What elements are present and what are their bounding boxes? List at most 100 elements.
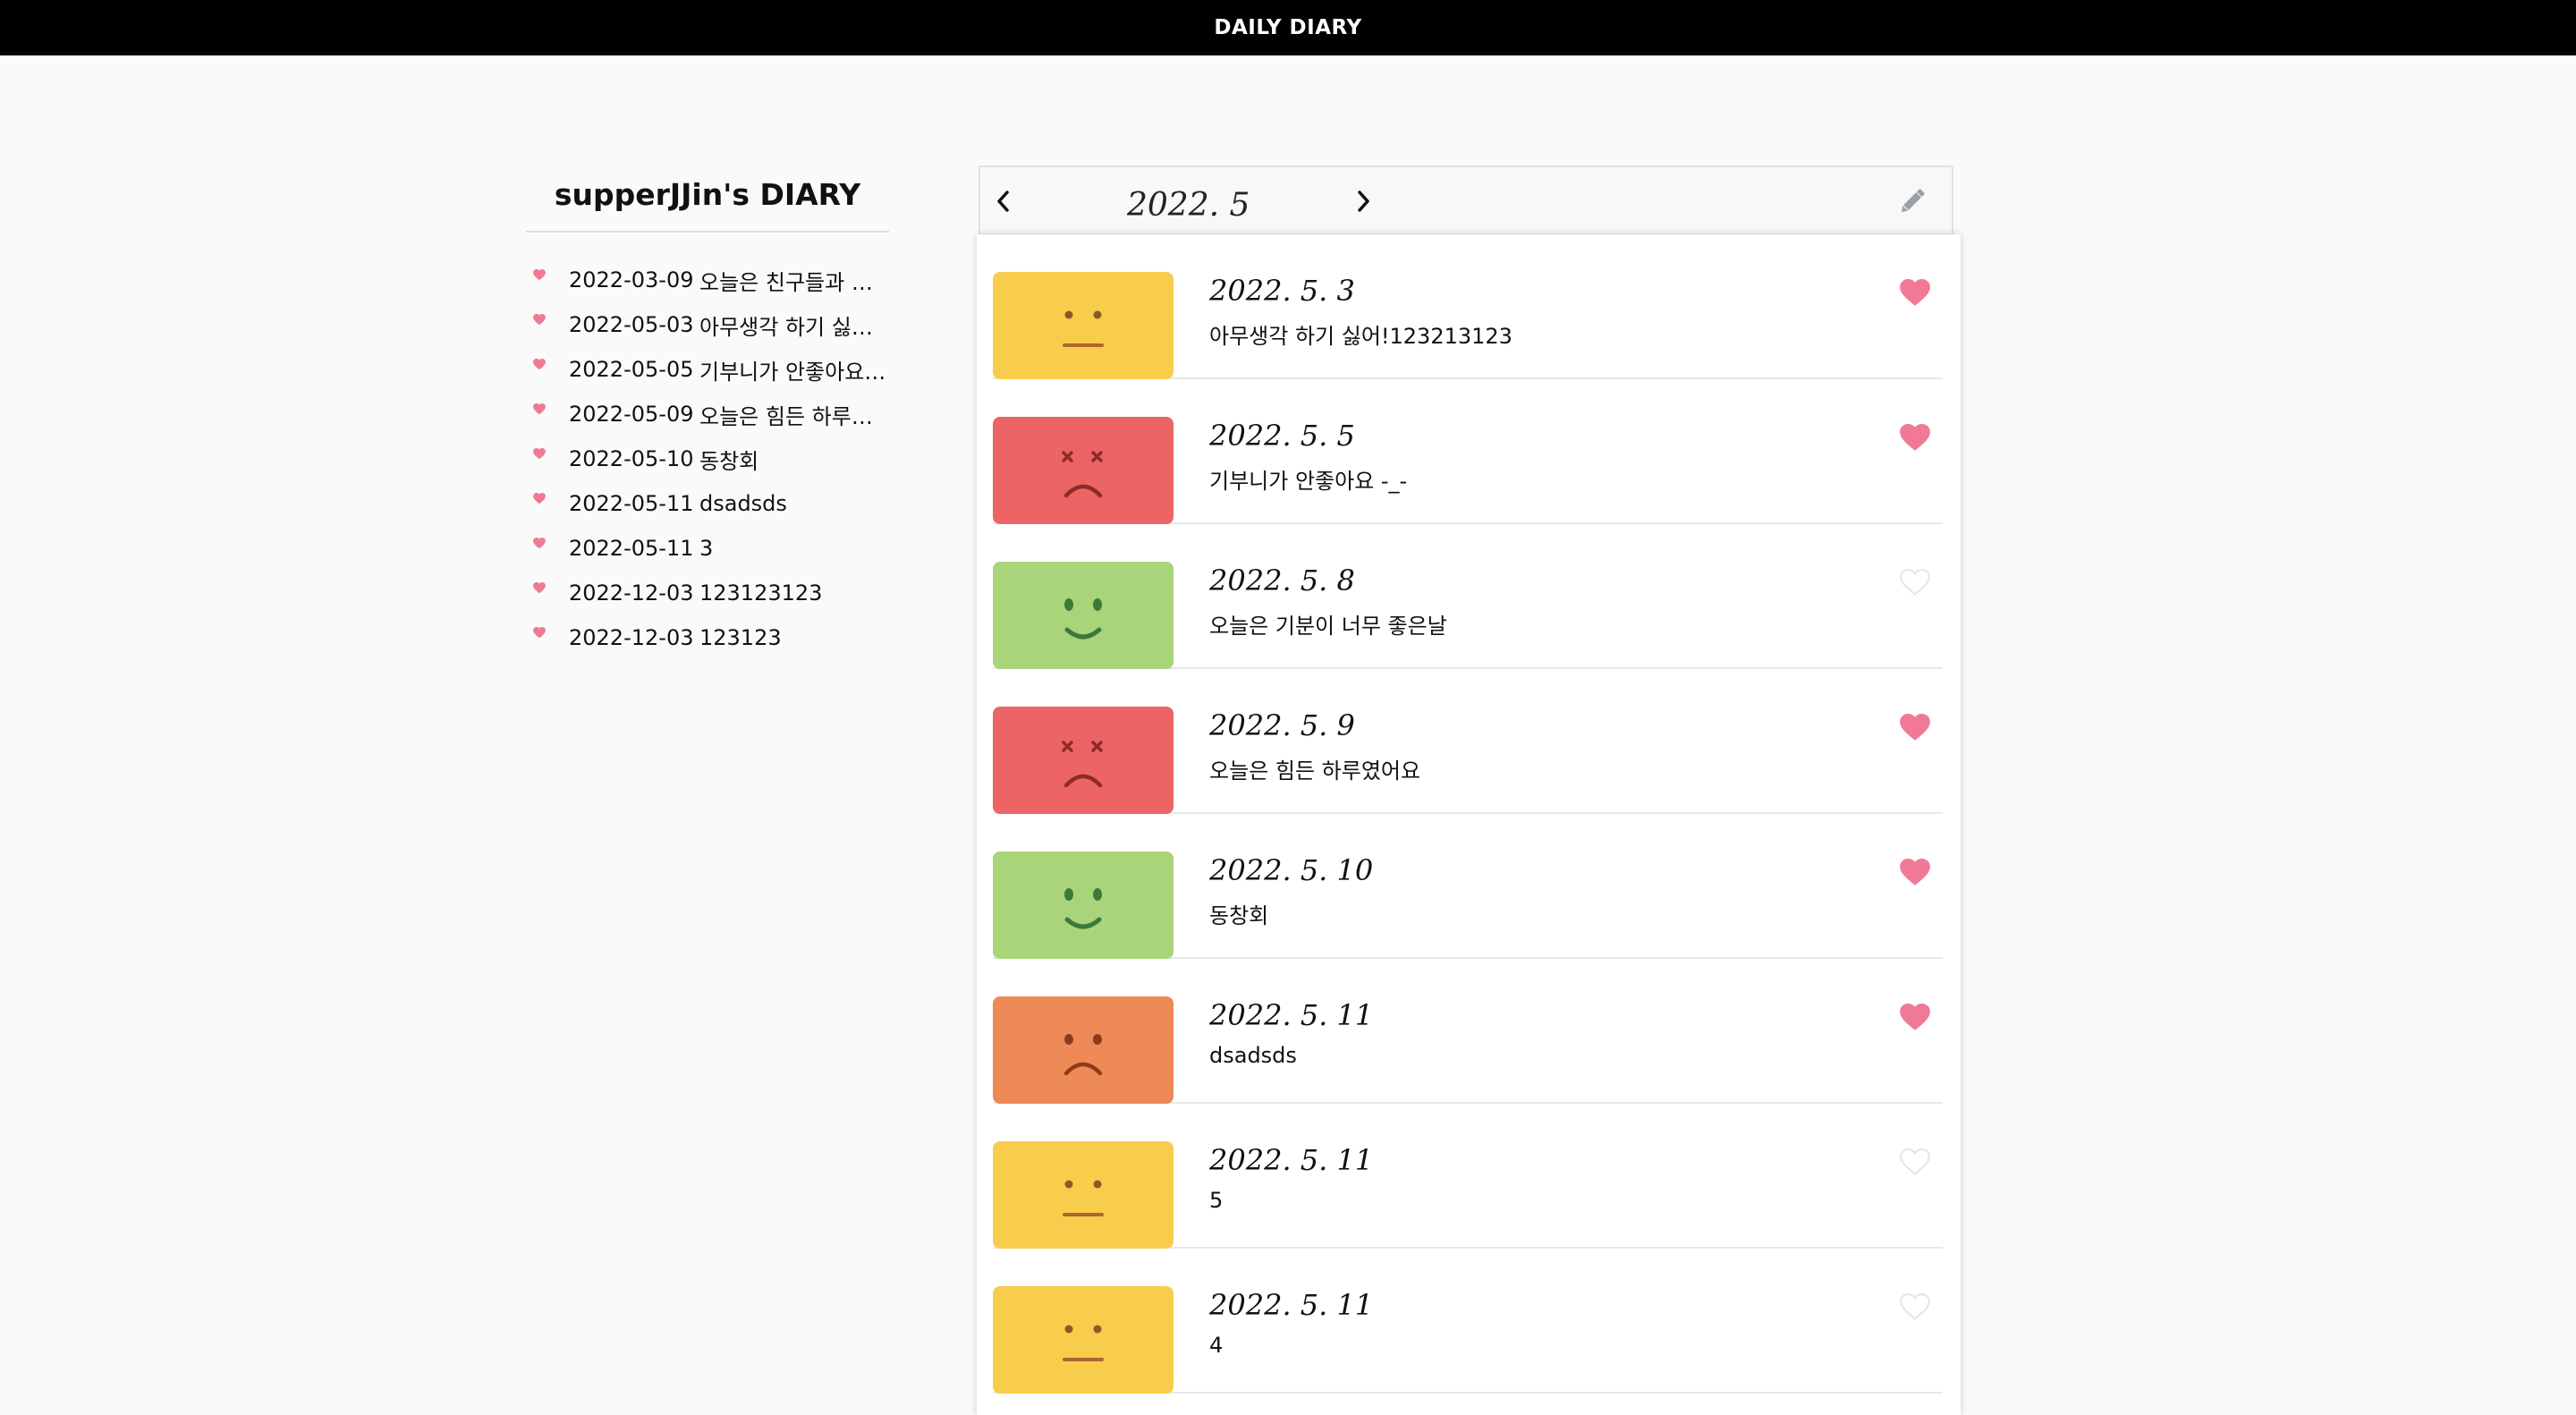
mood-image (993, 562, 1174, 669)
entry-content: 동창회 (1209, 903, 1269, 928)
favorite-text: 아무생각 하기 싫어!123213123 (699, 314, 887, 340)
app-title: DAILY DIARY (1214, 16, 1362, 39)
diary-entry[interactable]: 2022. 5. 5 기부니가 안좋아요 -_- (993, 379, 1943, 524)
sidebar-title: supperJJin's DIARY (526, 170, 889, 233)
favorites-sidebar: supperJJin's DIARY 2022-03-09 오늘은 친구들과 함께… (526, 170, 889, 660)
next-month-button[interactable] (1347, 185, 1379, 217)
heart-icon (533, 581, 546, 594)
mood-face-icon (1063, 310, 1104, 347)
mood-image (993, 707, 1174, 814)
entry-content: 아무생각 하기 싫어!123213123 (1209, 324, 1513, 349)
favorite-item[interactable]: 2022-05-05 기부니가 안좋아요 -_- (526, 347, 889, 392)
mood-image (993, 852, 1174, 959)
favorite-item[interactable]: 2022-03-09 오늘은 친구들과 함께 (526, 258, 889, 302)
diary-entry[interactable]: 2022. 5. 9 오늘은 힘든 하루였어요 (993, 669, 1943, 814)
favorite-date: 2022-05-11 (569, 491, 694, 516)
entry-date: 2022. 5. 8 (1209, 563, 1355, 597)
favorite-date: 2022-05-09 (569, 402, 694, 427)
current-month-label: 2022. 5 (1127, 187, 1250, 224)
heart-icon (533, 626, 546, 638)
write-entry-button[interactable] (1894, 183, 1930, 219)
entry-date: 2022. 5. 9 (1209, 708, 1355, 742)
heart-icon (1900, 713, 1930, 741)
mood-face-icon (1062, 741, 1103, 788)
heart-icon (1900, 1003, 1930, 1030)
heart-icon (533, 402, 546, 414)
entry-date: 2022. 5. 11 (1209, 998, 1374, 1032)
entry-content: 4 (1209, 1333, 1224, 1358)
favorite-item[interactable]: 2022-12-03 123123 (526, 615, 889, 660)
entry-content: dsadsds (1209, 1043, 1297, 1068)
like-button[interactable] (1900, 1292, 1932, 1322)
diary-entry[interactable]: 2022. 5. 3 아무생각 하기 싫어!123213123 (993, 234, 1943, 379)
diary-entry[interactable]: 2022. 5. 11 4 (993, 1249, 1943, 1394)
like-button[interactable] (1900, 1148, 1932, 1177)
like-button[interactable] (1900, 423, 1932, 453)
mood-image (993, 272, 1174, 379)
pencil-icon (1901, 189, 1925, 213)
heart-icon (533, 313, 546, 326)
like-button[interactable] (1900, 713, 1932, 742)
favorite-date: 2022-03-09 (569, 267, 694, 292)
favorite-text: 3 (699, 536, 714, 561)
heart-icon (1900, 858, 1930, 885)
favorite-item[interactable]: 2022-05-03아무생각 하기 싫어!123213123 (526, 302, 889, 347)
diary-entry[interactable]: 2022. 5. 11 5 (993, 1104, 1943, 1249)
entry-content: 5 (1209, 1188, 1224, 1213)
like-button[interactable] (1900, 278, 1932, 308)
heart-icon (533, 313, 546, 325)
mood-image (993, 996, 1174, 1104)
diary-entry[interactable]: 2022. 5. 11 dsadsds (993, 959, 1943, 1104)
favorite-item[interactable]: 2022-05-11 3 (526, 526, 889, 571)
mood-face-icon (1064, 598, 1102, 640)
favorites-list: 2022-03-09 오늘은 친구들과 함께 2022-05-03 아무생각 하기 싫… (526, 258, 889, 660)
heart-icon (533, 268, 546, 280)
entry-content: 오늘은 힘든 하루였어요 (1209, 758, 1421, 784)
mood-image (993, 1141, 1174, 1249)
mood-face-icon (1063, 1325, 1104, 1361)
diary-entry[interactable]: 2022. 5. 8 오늘은 기분이 너무 좋은날 (993, 524, 1943, 669)
heart-icon (533, 537, 546, 549)
heart-icon (533, 268, 546, 281)
heart-icon (533, 402, 546, 415)
mood-face-icon (1064, 888, 1102, 929)
diary-entry-list: 2022. 5. 3 아무생각 하기 싫어!123213123 2022. 5. 5… (977, 234, 1961, 1415)
month-navigator: 2022. 5 (979, 165, 1953, 235)
favorite-text: 오늘은 친구들과 함께 (699, 269, 887, 295)
heart-icon (533, 358, 546, 370)
prev-month-button[interactable] (987, 185, 1020, 217)
favorite-date: 2022-05-05 (569, 357, 694, 382)
heart-icon (1900, 278, 1930, 306)
favorite-text: 123123123 (699, 580, 823, 606)
heart-icon (533, 358, 546, 369)
heart-icon (1900, 1292, 1930, 1320)
favorite-text: 오늘은 힘든 하루였어요 (699, 403, 887, 429)
entry-content: 오늘은 기분이 너무 좋은날 (1209, 614, 1447, 639)
mood-image (993, 1286, 1174, 1394)
heart-icon (533, 537, 546, 548)
heart-icon (1900, 568, 1930, 596)
favorite-item[interactable]: 2022-05-11 dsadsds (526, 481, 889, 526)
like-button[interactable] (1900, 568, 1932, 597)
favorite-item[interactable]: 2022-12-03 123123123 (526, 571, 889, 615)
like-button[interactable] (1900, 858, 1932, 887)
favorite-date: 2022-12-03 (569, 625, 694, 650)
chevron-left-icon (997, 191, 1009, 212)
like-button[interactable] (1900, 1003, 1932, 1032)
favorite-date: 2022-05-10 (569, 446, 694, 471)
heart-icon (533, 447, 546, 459)
heart-icon (1900, 423, 1930, 451)
favorite-date: 2022-12-03 (569, 580, 694, 606)
entry-date: 2022. 5. 11 (1209, 1143, 1374, 1177)
heart-icon (533, 447, 546, 460)
mood-face-icon (1062, 451, 1103, 498)
favorite-item[interactable]: 2022-05-09오늘은 힘든 하루였어요 (526, 392, 889, 436)
entry-date: 2022. 5. 11 (1209, 1288, 1374, 1322)
diary-entry[interactable]: 2022. 5. 10 동창회 (993, 814, 1943, 959)
heart-icon (533, 492, 546, 504)
chevron-right-icon (1358, 191, 1369, 212)
entry-content: 기부니가 안좋아요 -_- (1209, 469, 1408, 494)
mood-face-icon (1063, 1034, 1103, 1076)
favorite-item[interactable]: 2022-05-10 동창회 (526, 436, 889, 481)
favorite-date: 2022-05-03 (569, 312, 694, 337)
